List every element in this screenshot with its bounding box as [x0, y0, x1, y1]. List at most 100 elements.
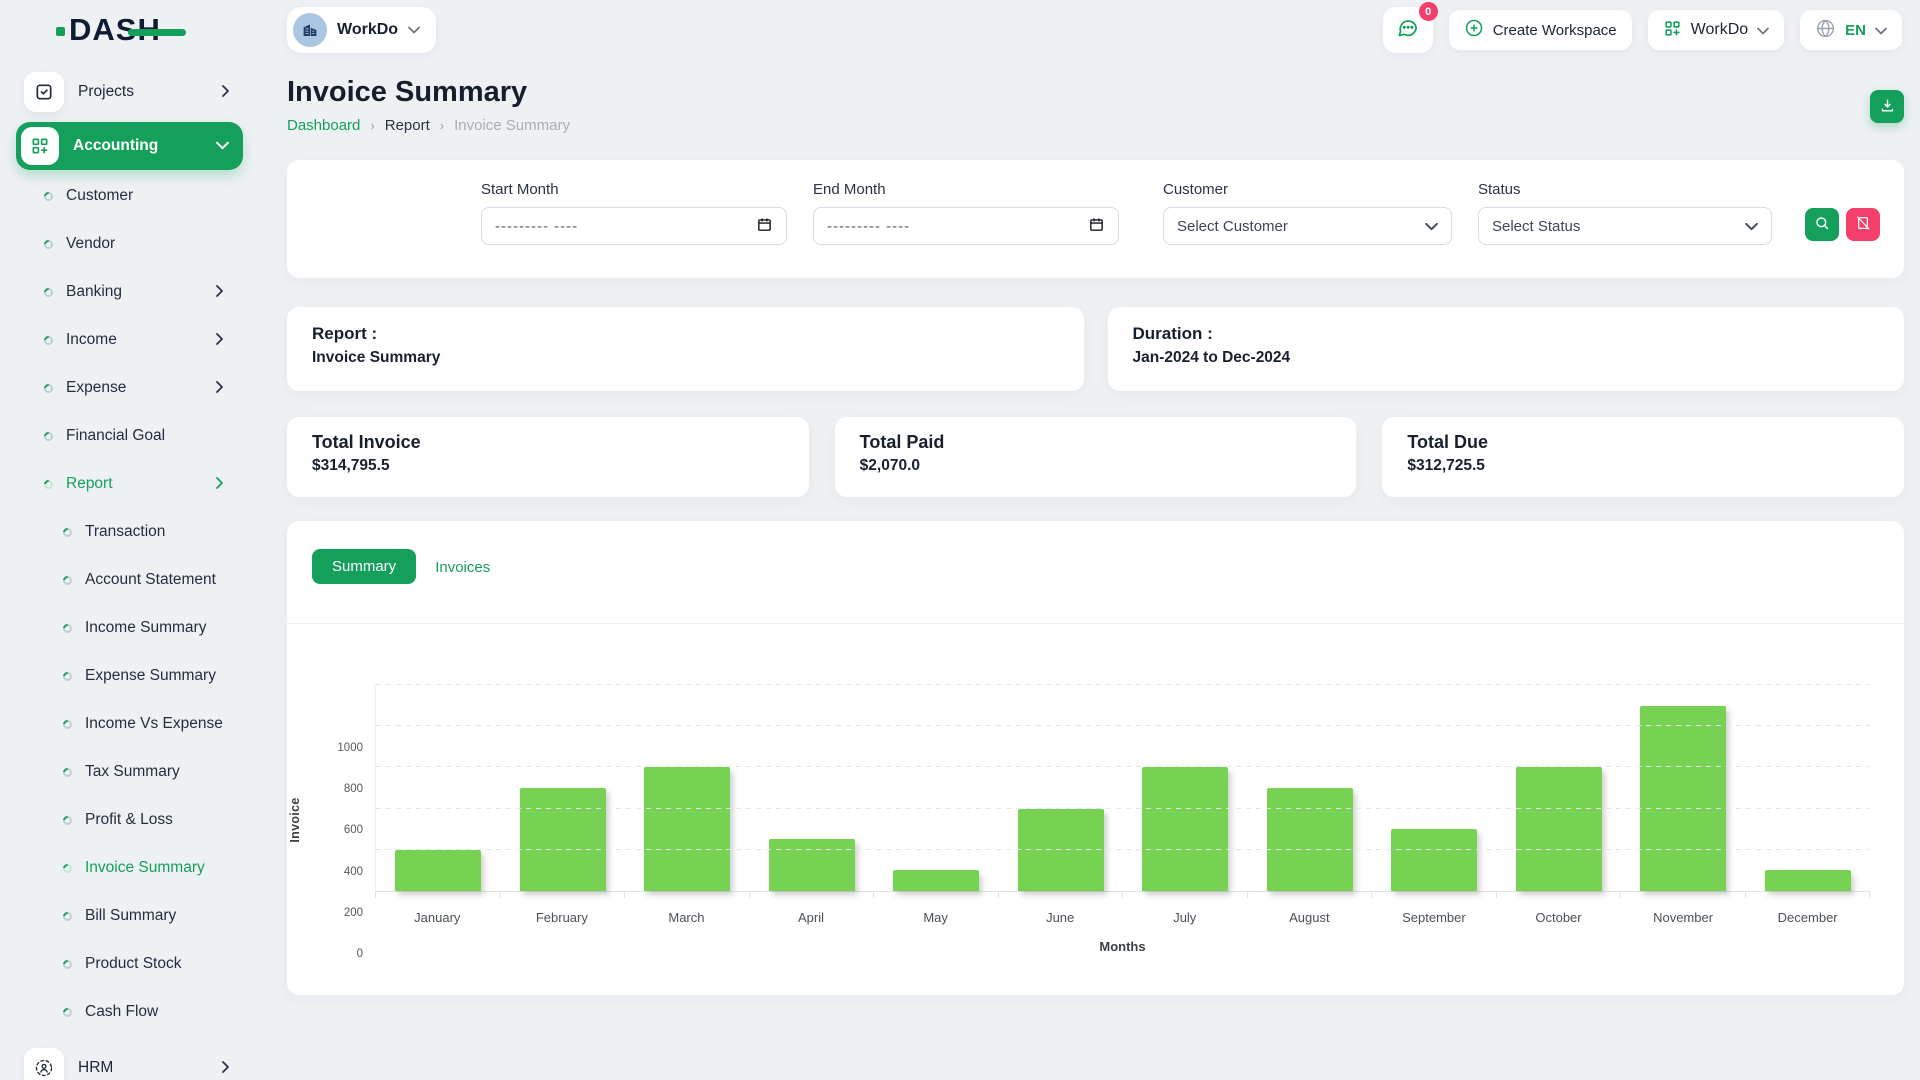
chart-y-axis: Invoice 02004006008001000: [307, 686, 375, 954]
sidebar-item-label: Product Stock: [85, 955, 225, 973]
sidebar-item-accounting[interactable]: Accounting: [16, 122, 243, 170]
x-tick-label: July: [1122, 910, 1247, 925]
sidebar-item-income-vs-expense[interactable]: Income Vs Expense: [0, 700, 259, 748]
sidebar-item-report[interactable]: Report: [0, 460, 259, 508]
tab-invoices[interactable]: Invoices: [435, 559, 490, 576]
sidebar-item-tax-summary[interactable]: Tax Summary: [0, 748, 259, 796]
breadcrumb-dashboard[interactable]: Dashboard: [287, 117, 360, 134]
sidebar-item-banking[interactable]: Banking: [0, 268, 259, 316]
sidebar-item-expense[interactable]: Expense: [0, 364, 259, 412]
bullet-icon: [42, 190, 55, 203]
sidebar-item-profit-loss[interactable]: Profit & Loss: [0, 796, 259, 844]
total-label: Total Due: [1407, 432, 1879, 453]
x-tick-mark: [1746, 892, 1871, 898]
sidebar-item-cash-flow[interactable]: Cash Flow: [0, 988, 259, 1036]
bar-january[interactable]: [395, 850, 481, 891]
invoice-bar-chart: Invoice 02004006008001000 JanuaryFebruar…: [307, 686, 1870, 954]
chevron-right-icon: [214, 381, 225, 396]
breadcrumb-report[interactable]: Report: [385, 117, 430, 134]
sidebar-item-hrm[interactable]: HRM: [16, 1046, 243, 1080]
sidebar-item-projects[interactable]: Projects: [16, 70, 243, 114]
sidebar-item-label: Expense Summary: [85, 667, 225, 685]
bar-september[interactable]: [1391, 829, 1477, 891]
workspace-selector[interactable]: WorkDo: [287, 7, 436, 53]
app-root: DASH Projects Accounting Customer Vendor B…: [0, 0, 1920, 1080]
chevron-right-icon: [220, 1061, 231, 1076]
bar-october[interactable]: [1516, 767, 1602, 891]
bar-march[interactable]: [644, 767, 730, 891]
sidebar-item-label: Profit & Loss: [85, 811, 225, 829]
chevron-right-icon: [214, 477, 225, 492]
customer-select[interactable]: Select Customer: [1163, 207, 1452, 245]
bar-slot: [625, 767, 750, 891]
bar-slot: [501, 788, 626, 891]
sidebar-item-product-stock[interactable]: Product Stock: [0, 940, 259, 988]
x-tick-mark: [1621, 892, 1746, 898]
workdo-menu-button[interactable]: WorkDo: [1648, 10, 1785, 50]
create-workspace-button[interactable]: Create Workspace: [1449, 10, 1632, 50]
bar-slot: [376, 850, 501, 891]
status-select[interactable]: Select Status: [1478, 207, 1772, 245]
bullet-icon: [61, 718, 74, 731]
sidebar-item-income[interactable]: Income: [0, 316, 259, 364]
chevron-right-icon: [220, 85, 231, 100]
bar-april[interactable]: [769, 839, 855, 891]
sidebar-item-invoice-summary[interactable]: Invoice Summary: [0, 844, 259, 892]
gridline: [376, 766, 1870, 767]
bar-august[interactable]: [1267, 788, 1353, 891]
sidebar-item-bill-summary[interactable]: Bill Summary: [0, 892, 259, 940]
total-invoice-card: Total Invoice$314,795.5: [287, 417, 809, 497]
bar-slot: [999, 809, 1124, 891]
bar-may[interactable]: [893, 870, 979, 891]
brand-logo[interactable]: DASH: [0, 0, 259, 60]
bar-june[interactable]: [1018, 809, 1104, 891]
breadcrumb-separator: ›: [370, 118, 374, 133]
apply-filter-button[interactable]: [1805, 208, 1839, 241]
sidebar-item-label: Cash Flow: [85, 1003, 225, 1021]
download-icon: [1879, 97, 1896, 117]
sidebar-item-label: Expense: [66, 379, 214, 397]
bullet-icon: [61, 862, 74, 875]
sidebar-item-customer[interactable]: Customer: [0, 172, 259, 220]
sidebar-item-label: Customer: [66, 187, 225, 205]
x-tick-label: April: [749, 910, 874, 925]
end-month-input[interactable]: --------- ----: [813, 207, 1119, 245]
sidebar-item-income-summary[interactable]: Income Summary: [0, 604, 259, 652]
language-selector[interactable]: EN: [1800, 10, 1902, 50]
messages-button[interactable]: 0: [1383, 7, 1433, 53]
bullet-icon: [42, 334, 55, 347]
start-month-label: Start Month: [481, 181, 787, 198]
sidebar-item-financial-goal[interactable]: Financial Goal: [0, 412, 259, 460]
bullet-icon: [61, 526, 74, 539]
sidebar-item-vendor[interactable]: Vendor: [0, 220, 259, 268]
bar-july[interactable]: [1142, 767, 1228, 891]
chevron-right-icon: [214, 285, 225, 300]
workspace-avatar: [293, 13, 327, 47]
header-actions: 0 Create Workspace WorkDo: [1383, 7, 1920, 53]
sidebar-item-label: Invoice Summary: [85, 859, 225, 877]
sidebar-item-transaction[interactable]: Transaction: [0, 508, 259, 556]
sidebar-item-expense-summary[interactable]: Expense Summary: [0, 652, 259, 700]
bullet-icon: [42, 286, 55, 299]
bar-november[interactable]: [1640, 706, 1726, 891]
sidebar-item-label: Income: [66, 331, 214, 349]
x-tick-label: May: [873, 910, 998, 925]
download-report-button[interactable]: [1870, 90, 1904, 123]
customer-label: Customer: [1163, 181, 1452, 198]
chat-icon: [1396, 16, 1419, 44]
chart-y-axis-title: Invoice: [288, 797, 302, 842]
start-month-input[interactable]: --------- ----: [481, 207, 787, 245]
x-tick-label: February: [500, 910, 625, 925]
x-tick-mark: [1497, 892, 1622, 898]
sidebar-item-account-statement[interactable]: Account Statement: [0, 556, 259, 604]
tab-summary[interactable]: Summary: [312, 549, 416, 584]
end-month-label: End Month: [813, 181, 1119, 198]
chart-card: Summary Invoices Invoice 020040060080010…: [287, 521, 1904, 995]
bar-december[interactable]: [1765, 870, 1851, 891]
reset-filter-button[interactable]: [1846, 208, 1880, 241]
bar-february[interactable]: [520, 788, 606, 891]
x-tick-mark: [750, 892, 875, 898]
x-tick-mark: [1248, 892, 1373, 898]
sidebar-item-label: Bill Summary: [85, 907, 225, 925]
sidebar-item-label: Vendor: [66, 235, 225, 253]
